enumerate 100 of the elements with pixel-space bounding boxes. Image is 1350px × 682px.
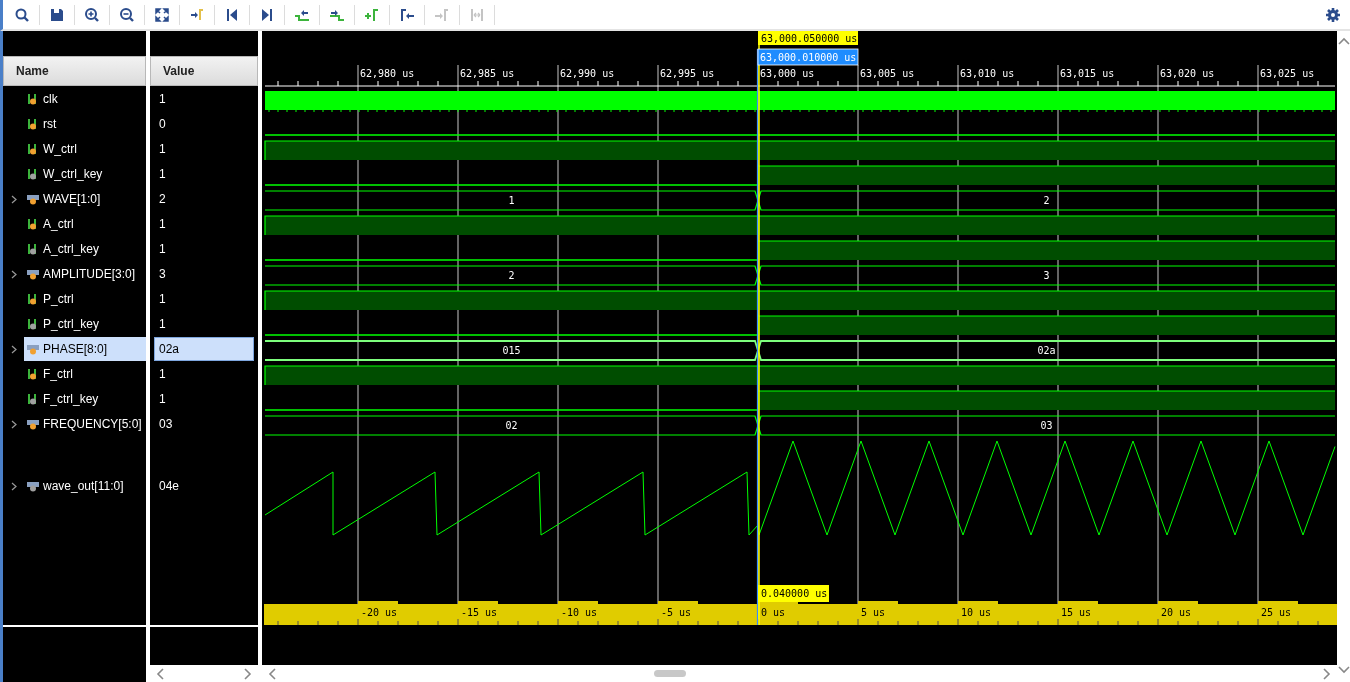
signal-name[interactable]: W_ctrl (24, 136, 146, 161)
signal-value[interactable]: 1 (154, 161, 254, 186)
signal-name[interactable]: P_ctrl_key (24, 311, 146, 336)
scroll-down-icon[interactable] (1337, 665, 1350, 674)
time-label: 63,020 us (1160, 68, 1215, 79)
chevron-icon[interactable] (11, 344, 17, 354)
signal-name[interactable]: F_ctrl_key (24, 386, 146, 411)
search-icon (14, 6, 30, 23)
signal-name[interactable]: wave_out[11:0] (24, 474, 146, 498)
time-label: 62,980 us (360, 68, 415, 79)
time-label: 62,985 us (460, 68, 515, 79)
ruler-tab (1158, 601, 1198, 605)
time-label: 10 us (961, 607, 992, 618)
column-header[interactable]: Value (150, 56, 258, 86)
signal-label: rst (43, 116, 57, 131)
signal-label: A_ctrl_key (43, 241, 100, 256)
bus-signal-icon (27, 267, 39, 280)
skip-end-icon (259, 6, 275, 23)
scroll-right-icon[interactable] (1322, 667, 1331, 680)
bit-signal-icon (27, 92, 39, 105)
signal-value[interactable]: 1 (154, 361, 254, 386)
time-label: 62,995 us (660, 68, 715, 79)
bus-value: 3 (1043, 270, 1050, 281)
bit-signal-icon (27, 392, 39, 405)
signal-value[interactable]: 1 (154, 86, 254, 111)
bit-signal-icon (27, 317, 39, 330)
signal-label: F_ctrl (43, 366, 73, 381)
signal-name[interactable]: clk (24, 86, 146, 111)
signal-value[interactable]: 03 (154, 411, 254, 436)
signal-value[interactable]: 02a (154, 336, 254, 361)
expand-icon (154, 6, 170, 23)
marker-arrow-icon (434, 6, 450, 23)
signal-value[interactable]: 1 (154, 236, 254, 261)
signal-value[interactable]: 1 (154, 311, 254, 336)
bus-signal-icon (27, 480, 39, 492)
chevron-icon[interactable] (11, 419, 17, 429)
signal-value[interactable]: 3 (154, 261, 254, 286)
marker-time-badge: 63,000.010000 us (757, 48, 859, 66)
scroll-thumb[interactable] (654, 670, 686, 677)
signal-label: W_ctrl (43, 141, 77, 156)
save-icon (49, 6, 65, 23)
signal-name[interactable]: FREQUENCY[5:0] (24, 411, 148, 436)
signal-value[interactable]: 1 (154, 136, 254, 161)
time-label: -20 us (361, 607, 398, 618)
signal-label: WAVE[1:0] (43, 191, 101, 206)
cursor-span-icon (469, 6, 485, 23)
ruler-tab (1258, 601, 1298, 605)
signal-label: wave_out[11:0] (43, 479, 124, 493)
signal-value[interactable]: 1 (154, 211, 254, 236)
signal-label: PHASE[8:0] (43, 341, 108, 356)
scroll-right-icon[interactable] (243, 667, 252, 680)
signal-value[interactable]: 04e (154, 474, 254, 498)
scroll-left-icon[interactable] (156, 667, 165, 680)
signal-name[interactable]: P_ctrl (24, 286, 146, 311)
signal-value[interactable]: 1 (154, 286, 254, 311)
zoom-in-icon (84, 6, 100, 23)
signal-value[interactable]: 2 (154, 186, 254, 211)
signal-value[interactable]: 0 (154, 111, 254, 136)
signal-name[interactable]: A_ctrl (24, 211, 146, 236)
bit-signal-icon (27, 292, 39, 305)
signal-name[interactable]: W_ctrl_key (24, 161, 146, 186)
bus-value: 015 (502, 345, 521, 356)
signal-label: AMPLITUDE[3:0] (43, 266, 136, 281)
scroll-up-icon[interactable] (1337, 37, 1350, 46)
signal-name[interactable]: WAVE[1:0] (24, 186, 146, 211)
bit-signal-icon (27, 367, 39, 380)
waveform-canvas[interactable] (262, 31, 1337, 665)
ruler-tab (1058, 601, 1098, 605)
time-label: 5 us (861, 607, 886, 618)
signal-name[interactable]: AMPLITUDE[3:0] (24, 261, 146, 286)
bit-signal-icon (27, 217, 39, 230)
bus-signal-icon (27, 417, 39, 430)
marker-arrow-icon (399, 6, 415, 23)
ruler-tab (558, 601, 598, 605)
bit-signal-icon (27, 117, 39, 130)
signal-name[interactable]: F_ctrl (24, 361, 146, 386)
time-label: 20 us (1161, 607, 1192, 618)
ruler-tab (358, 601, 398, 605)
chevron-icon[interactable] (11, 269, 17, 279)
bus-value: 2 (1043, 195, 1050, 206)
signal-label: W_ctrl_key (43, 166, 103, 181)
time-label: -15 us (461, 607, 498, 618)
ruler-tab (958, 601, 998, 605)
scroll-left-icon[interactable] (268, 667, 277, 680)
bus-signal-icon (27, 192, 39, 205)
signal-name[interactable]: A_ctrl_key (24, 236, 146, 261)
column-header[interactable]: Name (3, 56, 146, 86)
time-label: 63,000 us (760, 68, 815, 79)
bus-value: 2 (508, 270, 515, 281)
chevron-icon[interactable] (11, 482, 17, 491)
signal-value[interactable]: 1 (154, 386, 254, 411)
signal-label: A_ctrl (43, 216, 74, 231)
chevron-icon[interactable] (11, 194, 17, 204)
time-label: 63,010 us (960, 68, 1015, 79)
ruler-tab (858, 601, 898, 605)
bit-signal-icon (27, 167, 39, 180)
time-label: 0 us (761, 607, 786, 618)
signal-name[interactable]: rst (24, 111, 146, 136)
signal-label: P_ctrl_key (43, 316, 100, 331)
signal-label: FREQUENCY[5:0] (43, 416, 142, 431)
